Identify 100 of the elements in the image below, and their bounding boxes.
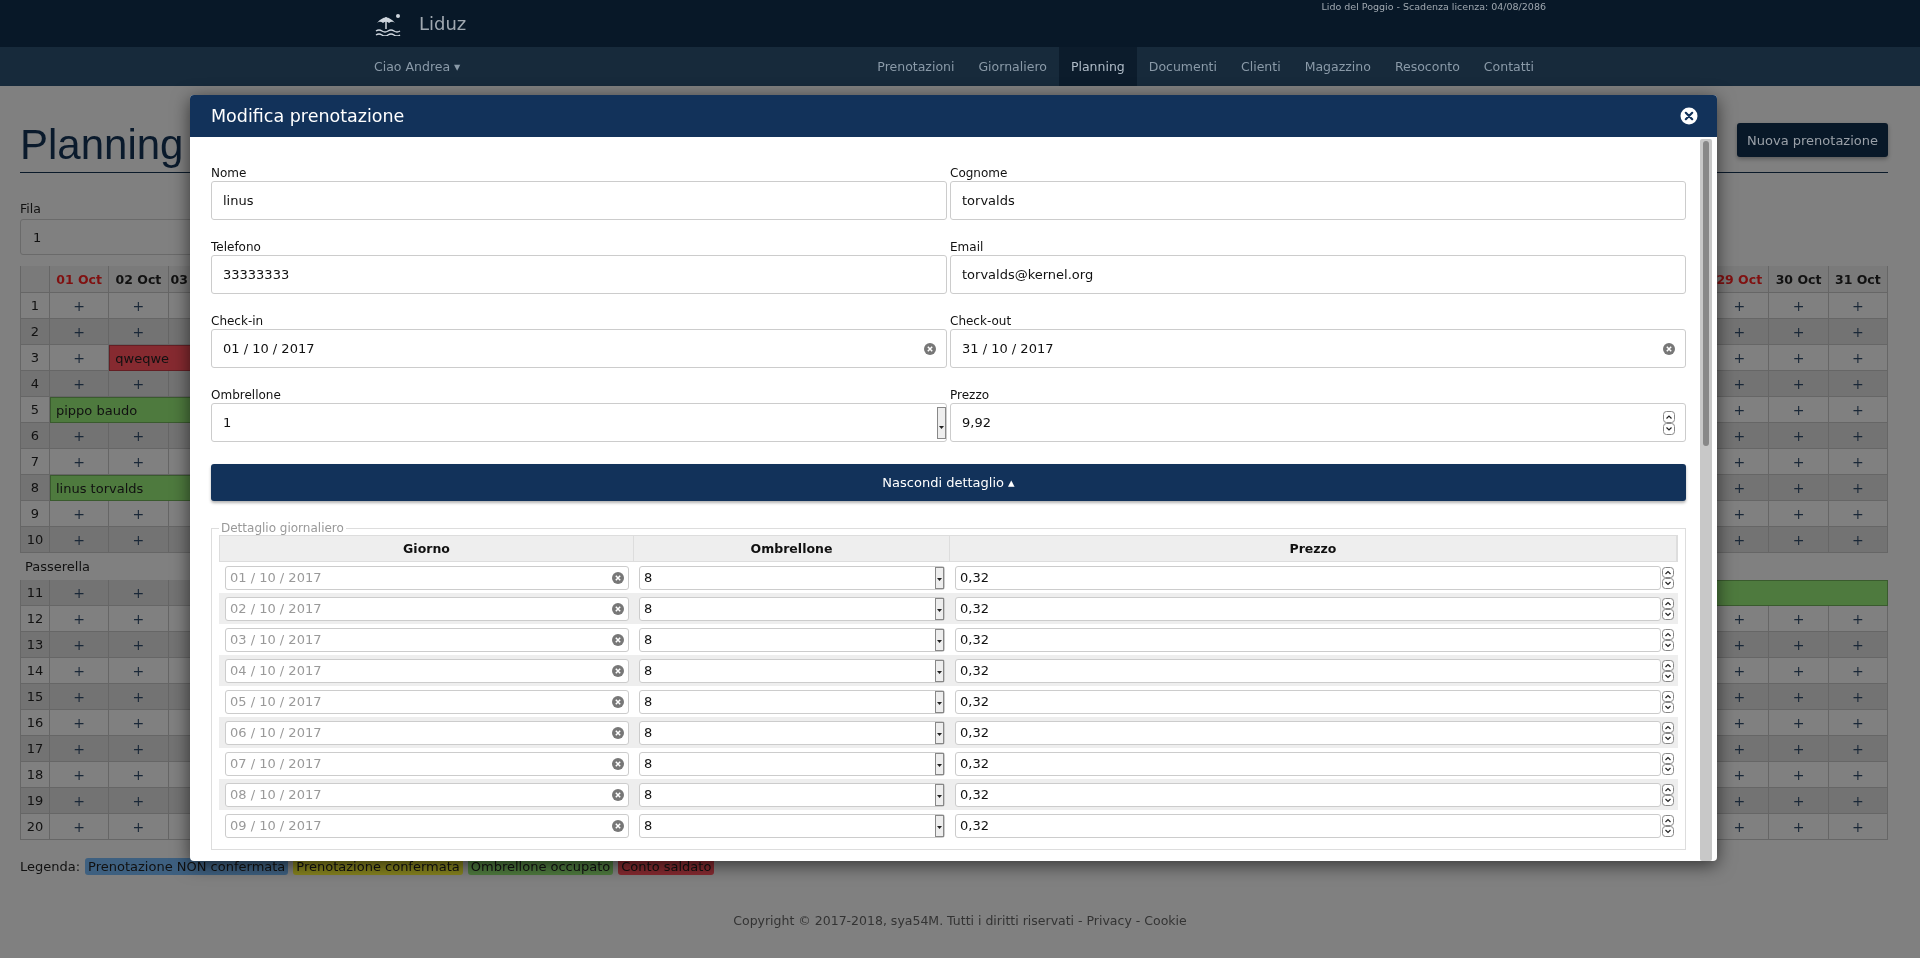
dropdown-icon[interactable]: [935, 597, 944, 620]
spinner-icon[interactable]: [1662, 814, 1674, 837]
add-booking-cell[interactable]: +: [109, 580, 169, 606]
date-field[interactable]: 01 / 10 / 2017: [211, 329, 947, 368]
dropdown-icon[interactable]: [935, 659, 944, 682]
add-booking-cell[interactable]: +: [1828, 423, 1888, 449]
add-booking-cell[interactable]: +: [109, 527, 169, 553]
hide-detail-button[interactable]: Nascondi dettaglio ▴: [211, 464, 1686, 501]
scrollbar[interactable]: [1700, 139, 1712, 861]
add-booking-cell[interactable]: +: [50, 580, 110, 606]
add-booking-cell[interactable]: +: [50, 423, 110, 449]
nav-item[interactable]: Prenotazioni: [865, 47, 967, 86]
text-field[interactable]: torvalds: [950, 181, 1686, 220]
clear-icon[interactable]: [924, 342, 936, 355]
select-field[interactable]: 8: [639, 813, 945, 838]
number-field[interactable]: 9,92: [950, 403, 1686, 442]
add-booking-cell[interactable]: +: [1769, 475, 1829, 501]
privacy-link[interactable]: Privacy: [1086, 913, 1132, 928]
spinner-icon[interactable]: [1662, 597, 1674, 620]
add-booking-cell[interactable]: +: [109, 632, 169, 658]
add-booking-cell[interactable]: +: [109, 684, 169, 710]
add-booking-cell[interactable]: +: [50, 814, 110, 840]
select-field[interactable]: 8: [639, 720, 945, 745]
nav-item[interactable]: Planning: [1058, 47, 1137, 86]
add-booking-cell[interactable]: +: [50, 684, 110, 710]
add-booking-cell[interactable]: +: [109, 814, 169, 840]
add-booking-cell[interactable]: +: [1828, 736, 1888, 762]
text-field[interactable]: torvalds@kernel.org: [950, 255, 1686, 294]
cookie-link[interactable]: Cookie: [1144, 913, 1187, 928]
add-booking-cell[interactable]: +: [1828, 632, 1888, 658]
select-field[interactable]: 8: [639, 658, 945, 683]
add-booking-cell[interactable]: +: [1828, 527, 1888, 553]
dropdown-icon[interactable]: [935, 628, 944, 651]
dropdown-icon[interactable]: [935, 721, 944, 744]
add-booking-cell[interactable]: +: [109, 788, 169, 814]
add-booking-cell[interactable]: +: [50, 319, 110, 345]
dropdown-icon[interactable]: [935, 783, 944, 806]
spinner-icon[interactable]: [1662, 690, 1674, 713]
select-field[interactable]: 8: [639, 596, 945, 621]
add-booking-cell[interactable]: +: [50, 788, 110, 814]
add-booking-cell[interactable]: +: [1828, 814, 1888, 840]
add-booking-cell[interactable]: +: [1769, 684, 1829, 710]
nav-item[interactable]: Giornaliero: [966, 47, 1059, 86]
select-field[interactable]: 8: [639, 782, 945, 807]
add-booking-cell[interactable]: +: [1828, 684, 1888, 710]
add-booking-cell[interactable]: +: [1769, 319, 1829, 345]
add-booking-cell[interactable]: +: [1769, 814, 1829, 840]
user-menu[interactable]: Ciao Andrea ▾: [374, 47, 461, 86]
add-booking-cell[interactable]: +: [109, 423, 169, 449]
dropdown-icon[interactable]: [935, 690, 944, 713]
select-field[interactable]: 1: [211, 403, 947, 442]
add-booking-cell[interactable]: +: [1828, 788, 1888, 814]
number-field[interactable]: 0,32: [955, 689, 1661, 714]
clear-icon[interactable]: [1663, 342, 1675, 355]
nav-item[interactable]: Contatti: [1471, 47, 1546, 86]
select-field[interactable]: 8: [639, 565, 945, 590]
close-icon[interactable]: [1680, 107, 1698, 125]
nav-item[interactable]: Documenti: [1136, 47, 1229, 86]
number-field[interactable]: 0,32: [955, 751, 1661, 776]
add-booking-cell[interactable]: +: [50, 527, 110, 553]
spinner-icon[interactable]: [1662, 566, 1674, 589]
add-booking-cell[interactable]: +: [1769, 423, 1829, 449]
number-field[interactable]: 0,32: [955, 658, 1661, 683]
dropdown-icon[interactable]: [937, 406, 946, 439]
number-field[interactable]: 0,32: [955, 782, 1661, 807]
select-field[interactable]: 8: [639, 751, 945, 776]
number-field[interactable]: 0,32: [955, 627, 1661, 652]
number-field[interactable]: 0,32: [955, 720, 1661, 745]
add-booking-cell[interactable]: +: [50, 736, 110, 762]
brand-name[interactable]: Liduz: [419, 13, 467, 34]
number-field[interactable]: 0,32: [955, 565, 1661, 590]
dropdown-icon[interactable]: [935, 752, 944, 775]
nav-item[interactable]: Resoconto: [1382, 47, 1472, 86]
spinner-icon[interactable]: [1662, 752, 1674, 775]
number-field[interactable]: 0,32: [955, 596, 1661, 621]
spinner-icon[interactable]: [1662, 783, 1674, 806]
new-booking-button[interactable]: Nuova prenotazione: [1737, 123, 1888, 157]
spinner-icon[interactable]: [1662, 721, 1674, 744]
dropdown-icon[interactable]: [935, 566, 944, 589]
add-booking-cell[interactable]: +: [1828, 371, 1888, 397]
nav-item[interactable]: Clienti: [1229, 47, 1293, 86]
spinner-icon[interactable]: [1662, 628, 1674, 651]
add-booking-cell[interactable]: +: [1769, 632, 1829, 658]
select-field[interactable]: 8: [639, 689, 945, 714]
spinner-icon[interactable]: [1662, 659, 1674, 682]
add-booking-cell[interactable]: +: [1769, 736, 1829, 762]
text-field[interactable]: linus: [211, 181, 947, 220]
add-booking-cell[interactable]: +: [1769, 788, 1829, 814]
add-booking-cell[interactable]: +: [1828, 475, 1888, 501]
number-field[interactable]: 0,32: [955, 813, 1661, 838]
add-booking-cell[interactable]: +: [1828, 319, 1888, 345]
text-field[interactable]: 33333333: [211, 255, 947, 294]
add-booking-cell[interactable]: +: [109, 736, 169, 762]
date-field[interactable]: 31 / 10 / 2017: [950, 329, 1686, 368]
add-booking-cell[interactable]: +: [1769, 371, 1829, 397]
dropdown-icon[interactable]: [935, 814, 944, 837]
spinner-icon[interactable]: [1663, 410, 1675, 435]
select-field[interactable]: 8: [639, 627, 945, 652]
add-booking-cell[interactable]: +: [50, 632, 110, 658]
add-booking-cell[interactable]: +: [1769, 527, 1829, 553]
